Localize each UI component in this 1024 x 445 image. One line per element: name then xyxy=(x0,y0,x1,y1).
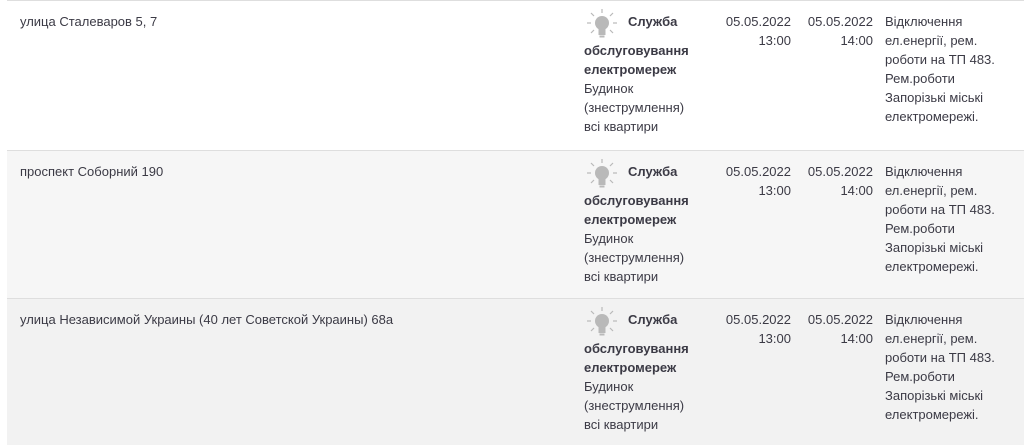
target-line-3: всі квартири xyxy=(584,119,659,134)
service-name-line-2: електромереж xyxy=(584,212,677,227)
end-time: 14:00 xyxy=(840,183,873,198)
start-time: 13:00 xyxy=(758,183,791,198)
start-cell: 05.05.2022 13:00 xyxy=(717,12,791,50)
desc-line-1: Відключення xyxy=(885,312,963,327)
desc-line-4: Рем.роботи xyxy=(885,71,955,86)
lightbulb-icon xyxy=(587,159,617,188)
start-cell: 05.05.2022 13:00 xyxy=(717,162,791,200)
end-cell: 05.05.2022 14:00 xyxy=(799,310,873,348)
service-title: Служба xyxy=(628,164,678,179)
target-line-2: (знеструмлення) xyxy=(584,250,685,265)
desc-line-4: Рем.роботи xyxy=(885,369,955,384)
target-line-1: Будинок xyxy=(584,379,634,394)
desc-line-6: електромережі. xyxy=(885,259,979,274)
service-name-line-2: електромереж xyxy=(584,62,677,77)
desc-line-3: роботи на ТП 483. xyxy=(885,52,995,67)
service-cell: Служба обслуговування електромереж Будин… xyxy=(584,8,708,136)
service-cell: Служба обслуговування електромереж Будин… xyxy=(584,306,708,434)
description-cell: Відключення ел.енергії, рем. роботи на Т… xyxy=(885,310,1021,424)
target-line-1: Будинок xyxy=(584,81,634,96)
desc-line-4: Рем.роботи xyxy=(885,221,955,236)
service-name-line-2: електромереж xyxy=(584,360,677,375)
start-time: 13:00 xyxy=(758,331,791,346)
address-cell: проспект Соборний 190 xyxy=(20,164,164,179)
desc-line-5: Запорізькі міські xyxy=(885,240,984,255)
start-time: 13:00 xyxy=(758,33,791,48)
desc-line-1: Відключення xyxy=(885,164,963,179)
description-cell: Відключення ел.енергії, рем. роботи на Т… xyxy=(885,162,1021,276)
target-line-3: всі квартири xyxy=(584,417,659,432)
target-line-1: Будинок xyxy=(584,231,634,246)
start-date: 05.05.2022 xyxy=(725,312,791,327)
desc-line-5: Запорізькі міські xyxy=(885,90,984,105)
desc-line-6: електромережі. xyxy=(885,109,979,124)
target-line-3: всі квартири xyxy=(584,269,659,284)
service-name-line-1: обслуговування xyxy=(584,43,689,58)
desc-line-6: електромережі. xyxy=(885,407,979,422)
lightbulb-icon xyxy=(587,9,617,38)
end-date: 05.05.2022 xyxy=(807,312,873,327)
service-cell: Служба обслуговування електромереж Будин… xyxy=(584,158,708,286)
address-cell: улица Независимой Украины (40 лет Советс… xyxy=(20,312,394,327)
address-cell: улица Сталеваров 5, 7 xyxy=(20,14,158,29)
end-date: 05.05.2022 xyxy=(807,164,873,179)
table-row: улица Сталеваров 5, 7 Служба обслуговува… xyxy=(7,0,1024,151)
desc-line-3: роботи на ТП 483. xyxy=(885,350,995,365)
end-cell: 05.05.2022 14:00 xyxy=(799,162,873,200)
start-cell: 05.05.2022 13:00 xyxy=(717,310,791,348)
end-date: 05.05.2022 xyxy=(807,14,873,29)
service-title: Служба xyxy=(628,14,678,29)
start-date: 05.05.2022 xyxy=(725,164,791,179)
end-time: 14:00 xyxy=(840,331,873,346)
service-name-line-1: обслуговування xyxy=(584,341,689,356)
outage-table: улица Сталеваров 5, 7 Служба обслуговува… xyxy=(0,0,1024,445)
desc-line-1: Відключення xyxy=(885,14,963,29)
desc-line-2: ел.енергії, рем. xyxy=(885,33,978,48)
start-date: 05.05.2022 xyxy=(725,14,791,29)
desc-line-5: Запорізькі міські xyxy=(885,388,984,403)
end-time: 14:00 xyxy=(840,33,873,48)
target-line-2: (знеструмлення) xyxy=(584,398,685,413)
target-line-2: (знеструмлення) xyxy=(584,100,685,115)
desc-line-2: ел.енергії, рем. xyxy=(885,183,978,198)
service-name-line-1: обслуговування xyxy=(584,193,689,208)
service-title: Служба xyxy=(628,312,678,327)
lightbulb-icon xyxy=(587,307,617,336)
end-cell: 05.05.2022 14:00 xyxy=(799,12,873,50)
desc-line-2: ел.енергії, рем. xyxy=(885,331,978,346)
desc-line-3: роботи на ТП 483. xyxy=(885,202,995,217)
description-cell: Відключення ел.енергії, рем. роботи на Т… xyxy=(885,12,1021,126)
table-row: проспект Соборний 190 Служба обслуговува… xyxy=(7,150,1024,299)
table-row: улица Независимой Украины (40 лет Советс… xyxy=(7,298,1024,445)
